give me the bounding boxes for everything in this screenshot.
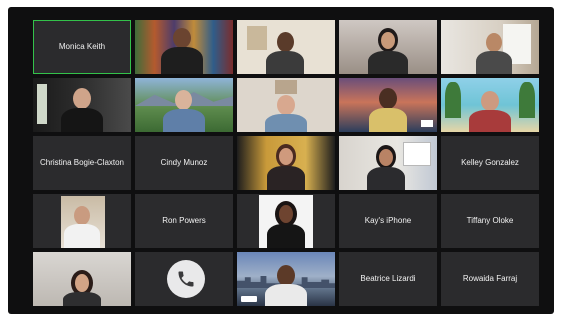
participant-head: [486, 33, 502, 52]
participant-body: [265, 114, 307, 132]
participant-head: [175, 90, 192, 110]
participant-video-tile[interactable]: [339, 20, 437, 74]
participant-tile-beatrice-lizardi[interactable]: Beatrice Lizardi: [339, 252, 437, 306]
participant-name: Ron Powers: [162, 216, 206, 225]
wall-art: [275, 80, 297, 94]
participant-head: [74, 206, 90, 225]
participant-head: [73, 88, 91, 109]
participant-video-tile[interactable]: [339, 78, 437, 132]
participant-tile-tiffany-oloke[interactable]: Tiffany Oloke: [441, 194, 539, 248]
window-light: [37, 84, 47, 124]
participant-video-tile[interactable]: [441, 20, 539, 74]
participant-head: [379, 88, 397, 109]
participant-name: Beatrice Lizardi: [360, 274, 416, 283]
participant-video-tile[interactable]: [237, 252, 335, 306]
participant-body: [265, 284, 307, 306]
participant-video-tile[interactable]: [33, 78, 131, 132]
participant-body: [367, 167, 405, 190]
participant-video-tile[interactable]: [441, 78, 539, 132]
participant-tile-rowaida-farraj[interactable]: Rowaida Farraj: [441, 252, 539, 306]
participant-body: [61, 108, 103, 132]
participant-body: [161, 47, 203, 74]
participant-video-tile[interactable]: [237, 136, 335, 190]
participant-head: [481, 91, 499, 111]
participant-body: [267, 166, 305, 190]
participant-body: [63, 292, 101, 306]
palm-tree: [519, 82, 535, 118]
participant-body: [267, 224, 305, 248]
phone-participant-tile[interactable]: [135, 252, 233, 306]
participant-head: [173, 28, 191, 48]
participant-name: Monica Keith: [58, 42, 106, 51]
participant-body: [369, 108, 407, 132]
participant-tile-christina-bogie-claxton[interactable]: Christina Bogie-Claxton: [33, 136, 131, 190]
video-grid-window: Monica Keith Christina Bogie-Claxton Cin…: [8, 7, 554, 314]
wall-chart: [403, 142, 431, 166]
participant-head: [379, 149, 393, 166]
participant-tile-monica-keith[interactable]: Monica Keith: [33, 20, 131, 74]
participant-head: [277, 95, 295, 115]
participant-name: Cindy Munoz: [160, 158, 208, 167]
participant-body: [266, 51, 304, 74]
participant-name: Kay's iPhone: [364, 216, 412, 225]
participant-video-tile[interactable]: [33, 252, 131, 306]
participant-tile-kelley-gonzalez[interactable]: Kelley Gonzalez: [441, 136, 539, 190]
participant-name: Christina Bogie-Claxton: [39, 158, 125, 167]
participant-head: [279, 205, 293, 223]
participant-name: Rowaida Farraj: [462, 274, 518, 283]
participant-video-tile[interactable]: [237, 78, 335, 132]
logo-mark: [421, 120, 433, 127]
participant-name: Tiffany Oloke: [466, 216, 514, 225]
participant-body: [368, 51, 408, 74]
participant-video-tile[interactable]: [135, 20, 233, 74]
participant-tile-cindy-munoz[interactable]: Cindy Munoz: [135, 136, 233, 190]
participant-body: [476, 51, 512, 74]
palm-tree: [445, 82, 461, 118]
participant-head: [277, 265, 295, 286]
participant-head: [381, 32, 395, 49]
phone-icon: [167, 260, 205, 298]
participant-head: [277, 32, 294, 52]
participant-tile-ron-powers[interactable]: Ron Powers: [135, 194, 233, 248]
participant-head: [75, 274, 89, 292]
participant-video-tile[interactable]: [339, 136, 437, 190]
logo-mark: [241, 296, 257, 302]
participant-video-tile[interactable]: [135, 78, 233, 132]
participant-body: [64, 224, 100, 248]
participant-tile-kays-iphone[interactable]: Kay's iPhone: [339, 194, 437, 248]
participant-name: Kelley Gonzalez: [461, 158, 519, 167]
participant-head: [279, 148, 293, 165]
participant-video-tile[interactable]: [237, 20, 335, 74]
participant-body: [163, 109, 205, 132]
wall-frame: [247, 26, 267, 50]
participant-video-tile[interactable]: [33, 194, 131, 248]
participant-body: [469, 110, 511, 132]
participant-video-tile[interactable]: [237, 194, 335, 248]
